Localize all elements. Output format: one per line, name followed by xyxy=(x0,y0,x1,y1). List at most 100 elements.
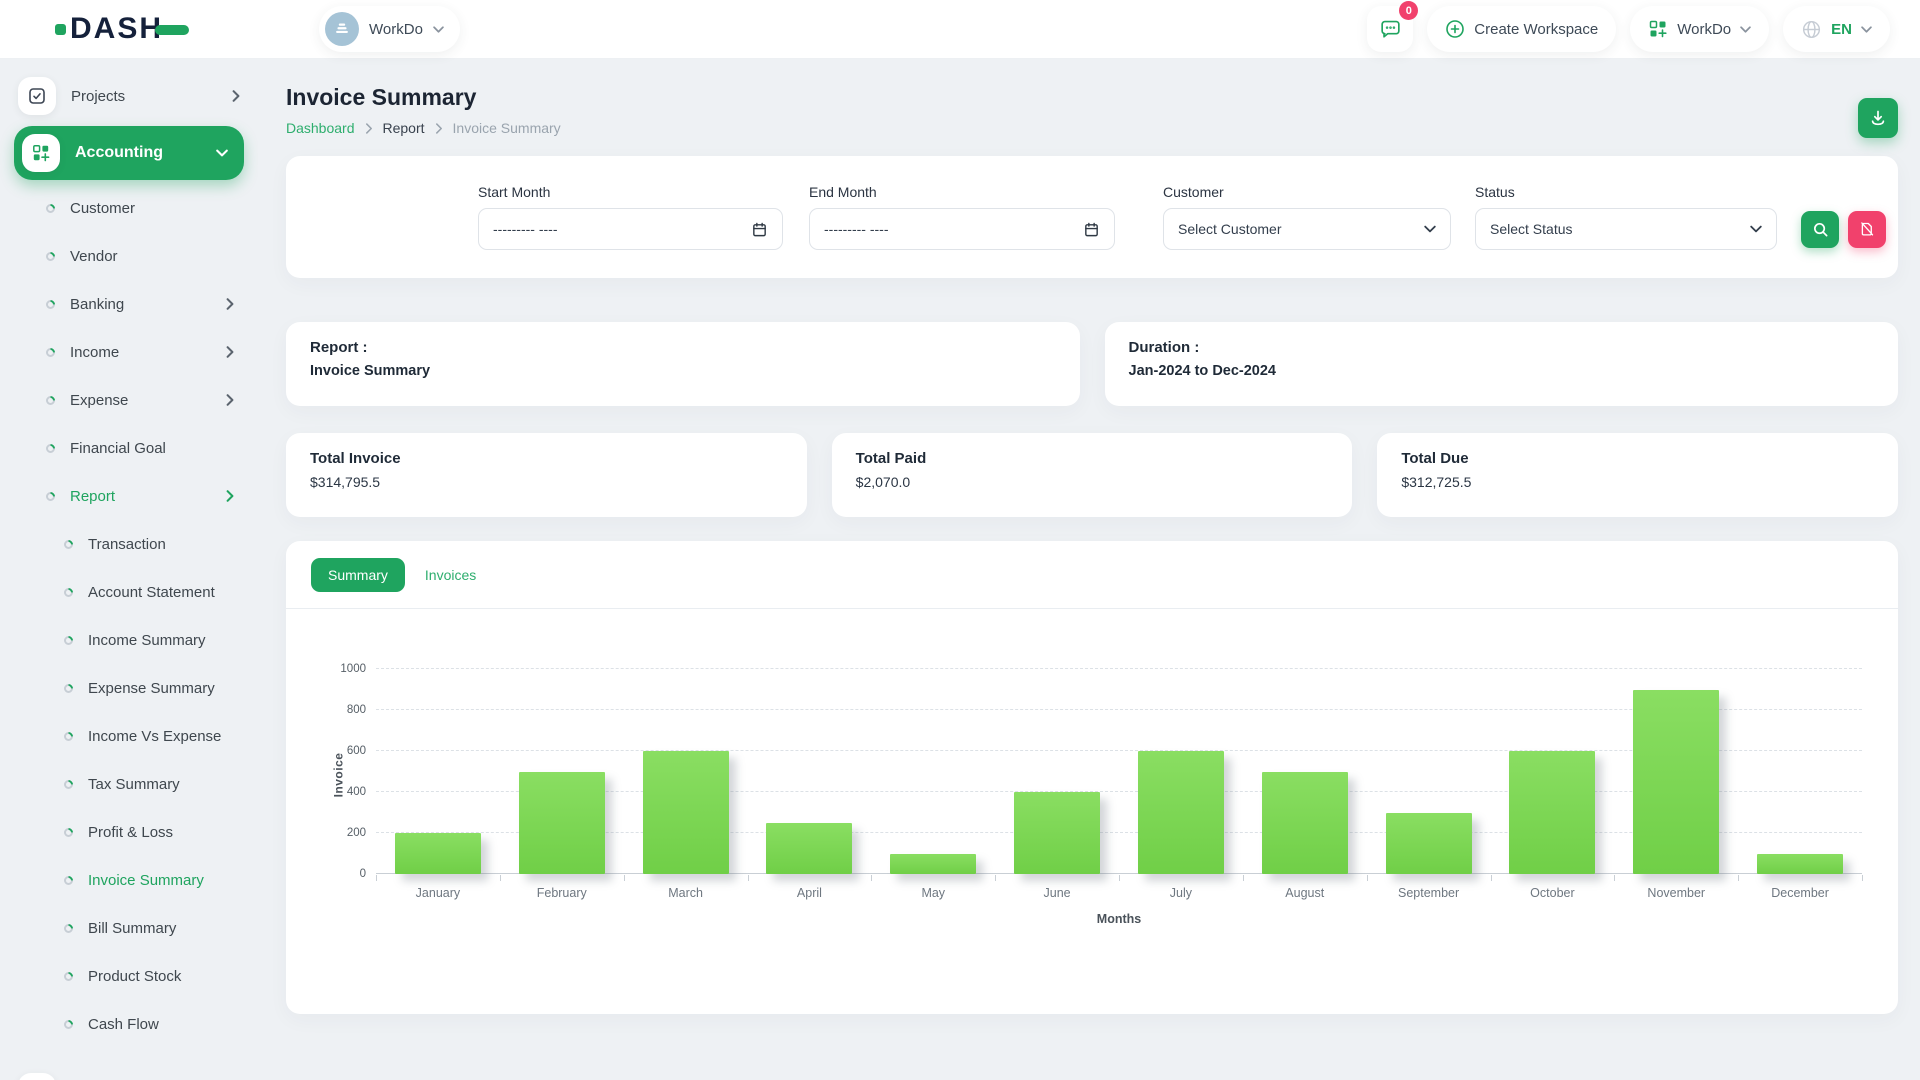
sidebar-item-expense-summary[interactable]: Expense Summary xyxy=(0,664,258,712)
status-select[interactable]: Select Status xyxy=(1475,208,1777,250)
grid-plus-icon xyxy=(1648,19,1668,39)
bar-may xyxy=(890,854,976,875)
tab-summary[interactable]: Summary xyxy=(311,558,405,592)
create-workspace-label: Create Workspace xyxy=(1474,21,1598,38)
bullet-icon xyxy=(44,490,57,503)
sidebar-item-income[interactable]: Income xyxy=(0,328,258,376)
chevron-right-icon xyxy=(230,92,242,100)
sidebar-item-customer[interactable]: Customer xyxy=(0,184,258,232)
bar-june xyxy=(1014,792,1100,874)
sidebar-item-report[interactable]: Report xyxy=(0,472,258,520)
chat-bubble-icon xyxy=(1378,17,1403,42)
bullet-icon xyxy=(62,922,75,935)
search-icon xyxy=(1812,221,1829,238)
notification-badge: 0 xyxy=(1399,1,1418,20)
chevron-right-icon xyxy=(224,348,236,356)
report-value: Invoice Summary xyxy=(310,363,1056,379)
sidebar-item-income-vs-expense[interactable]: Income Vs Expense xyxy=(0,712,258,760)
sidebar-item-tax-summary[interactable]: Tax Summary xyxy=(0,760,258,808)
bullet-icon xyxy=(62,778,75,791)
bullet-icon xyxy=(44,250,57,263)
sidebar-item-account-statement[interactable]: Account Statement xyxy=(0,568,258,616)
workspace-menu-button[interactable]: WorkDo xyxy=(1630,6,1769,52)
sidebar-item-bill-summary[interactable]: Bill Summary xyxy=(0,904,258,952)
sidebar-item-financial-goal[interactable]: Financial Goal xyxy=(0,424,258,472)
bullet-icon xyxy=(62,634,75,647)
chevron-right-icon xyxy=(435,123,443,134)
globe-icon xyxy=(1801,19,1822,40)
status-select-value: Select Status xyxy=(1490,221,1750,237)
bar-july xyxy=(1138,751,1224,874)
breadcrumb-dashboard[interactable]: Dashboard xyxy=(286,120,355,136)
duration-value: Jan-2024 to Dec-2024 xyxy=(1129,363,1875,379)
chart-y-axis-label: Invoice xyxy=(331,752,345,797)
y-tick-label-800: 800 xyxy=(347,704,366,716)
end-month-input[interactable]: --------- ---- xyxy=(809,208,1115,250)
sidebar-item-product-stock[interactable]: Product Stock xyxy=(0,952,258,1000)
x-axis-tick xyxy=(376,875,377,881)
plus-circle-icon xyxy=(1445,19,1465,39)
messages-button[interactable]: 0 xyxy=(1367,6,1413,52)
x-axis-tick xyxy=(871,875,872,881)
download-report-button[interactable] xyxy=(1858,98,1898,138)
breadcrumb-report[interactable]: Report xyxy=(383,120,425,136)
bar-october xyxy=(1509,751,1595,874)
language-selector[interactable]: EN xyxy=(1783,6,1890,52)
chevron-down-icon xyxy=(1750,225,1762,233)
sidebar-item-profit-loss[interactable]: Profit & Loss xyxy=(0,808,258,856)
filter-panel: Start Month --------- ---- End Month ---… xyxy=(286,156,1898,278)
reset-filter-button[interactable] xyxy=(1848,211,1886,248)
customer-select[interactable]: Select Customer xyxy=(1163,208,1451,250)
breadcrumb: Dashboard Report Invoice Summary xyxy=(286,120,561,136)
chart-plot-area: Months 02004006008001000JanuaryFebruaryM… xyxy=(376,669,1862,874)
end-month-placeholder: --------- ---- xyxy=(824,221,1083,237)
sidebar-item-banking[interactable]: Banking xyxy=(0,280,258,328)
sidebar-item-accounting[interactable]: Accounting xyxy=(14,126,244,180)
x-axis-tick xyxy=(624,875,625,881)
bar-january xyxy=(395,833,481,874)
logo-dot-icon xyxy=(55,24,66,35)
sidebar-item-income-summary[interactable]: Income Summary xyxy=(0,616,258,664)
bullet-icon xyxy=(44,346,57,359)
y-tick-label-400: 400 xyxy=(347,786,366,798)
customer-select-value: Select Customer xyxy=(1178,221,1424,237)
x-tick-label-june: June xyxy=(1044,886,1071,900)
logo-dash-icon xyxy=(155,25,189,35)
x-axis-tick xyxy=(1738,875,1739,881)
main-content: Invoice Summary Dashboard Report Invoice… xyxy=(258,58,1920,1080)
apply-filter-button[interactable] xyxy=(1801,211,1839,248)
page-title: Invoice Summary xyxy=(286,84,561,111)
sidebar-item-expense[interactable]: Expense xyxy=(0,376,258,424)
create-workspace-button[interactable]: Create Workspace xyxy=(1427,6,1616,52)
download-icon xyxy=(1868,108,1888,128)
x-tick-label-may: May xyxy=(921,886,945,900)
sidebar-item-hrm[interactable]: HRM xyxy=(0,1066,258,1080)
bar-september xyxy=(1386,813,1472,875)
dash-logo[interactable]: DASH xyxy=(55,14,189,44)
sidebar-item-cash-flow[interactable]: Cash Flow xyxy=(0,1000,258,1048)
x-tick-label-march: March xyxy=(668,886,703,900)
total-invoice-label: Total Invoice xyxy=(310,450,783,467)
sidebar-item-transaction[interactable]: Transaction xyxy=(0,520,258,568)
chevron-right-icon xyxy=(224,396,236,404)
report-tabs: Summary Invoices xyxy=(311,558,1898,592)
chevron-down-icon xyxy=(216,149,228,157)
hrm-icon xyxy=(18,1073,56,1080)
sidebar-item-invoice-summary[interactable]: Invoice Summary xyxy=(0,856,258,904)
chevron-down-icon xyxy=(433,26,444,33)
workspace-selector[interactable]: WorkDo xyxy=(319,6,460,52)
start-month-placeholder: --------- ---- xyxy=(493,221,751,237)
top-header: DASH WorkDo 0 Create Workspace xyxy=(0,0,1920,58)
report-label: Report : xyxy=(310,339,1056,356)
end-month-label: End Month xyxy=(809,184,1115,200)
sidebar-nav: ProjectsAccountingCustomerVendorBankingI… xyxy=(0,58,258,1080)
chevron-down-icon xyxy=(1861,26,1872,33)
x-axis-tick xyxy=(1119,875,1120,881)
sidebar-item-projects[interactable]: Projects xyxy=(0,70,258,122)
clear-filter-icon xyxy=(1859,221,1875,237)
tab-invoices[interactable]: Invoices xyxy=(425,567,476,583)
x-tick-label-january: January xyxy=(416,886,460,900)
logo-text: DASH xyxy=(70,14,163,44)
start-month-input[interactable]: --------- ---- xyxy=(478,208,783,250)
sidebar-item-vendor[interactable]: Vendor xyxy=(0,232,258,280)
